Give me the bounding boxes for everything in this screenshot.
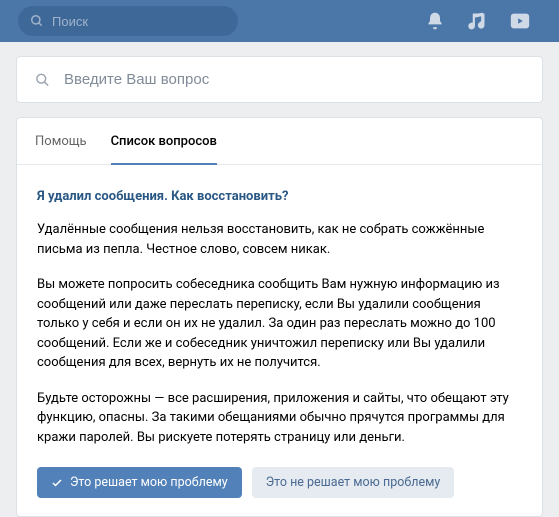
not-solves-button-label: Это не решает мою проблему [266,475,441,490]
video-icon[interactable] [509,10,531,32]
article-paragraph: Удалённые сообщения нельзя восстановить,… [37,220,522,259]
article-paragraph: Будьте осторожны — все расширения, прило… [37,389,522,448]
help-card: Помощь Список вопросов Я удалил сообщени… [16,117,543,517]
solves-button-label: Это решает мою проблему [70,475,228,490]
page-content: Помощь Список вопросов Я удалил сообщени… [0,42,559,517]
search-icon [35,72,50,88]
global-search[interactable] [18,6,238,36]
global-search-input[interactable] [52,14,226,29]
question-search-input[interactable] [64,71,524,88]
article-title: Я удалил сообщения. Как восстановить? [37,189,522,204]
article-paragraph: Вы можете попросить собеседника сообщить… [37,275,522,373]
feedback-actions: Это решает мою проблему Это не решает мо… [37,467,522,498]
search-icon [30,14,44,28]
topbar [0,0,559,42]
topbar-icons [425,10,549,32]
question-search-card [16,56,543,103]
music-icon[interactable] [467,11,487,31]
not-solves-button[interactable]: Это не решает мою проблему [252,467,455,498]
tab-question-list[interactable]: Список вопросов [111,118,217,165]
article: Я удалил сообщения. Как восстановить? Уд… [17,165,542,516]
check-icon [51,477,63,489]
tab-help[interactable]: Помощь [35,118,87,165]
solves-button[interactable]: Это решает мою проблему [37,467,242,498]
tabs: Помощь Список вопросов [17,118,542,165]
bell-icon[interactable] [425,11,445,31]
